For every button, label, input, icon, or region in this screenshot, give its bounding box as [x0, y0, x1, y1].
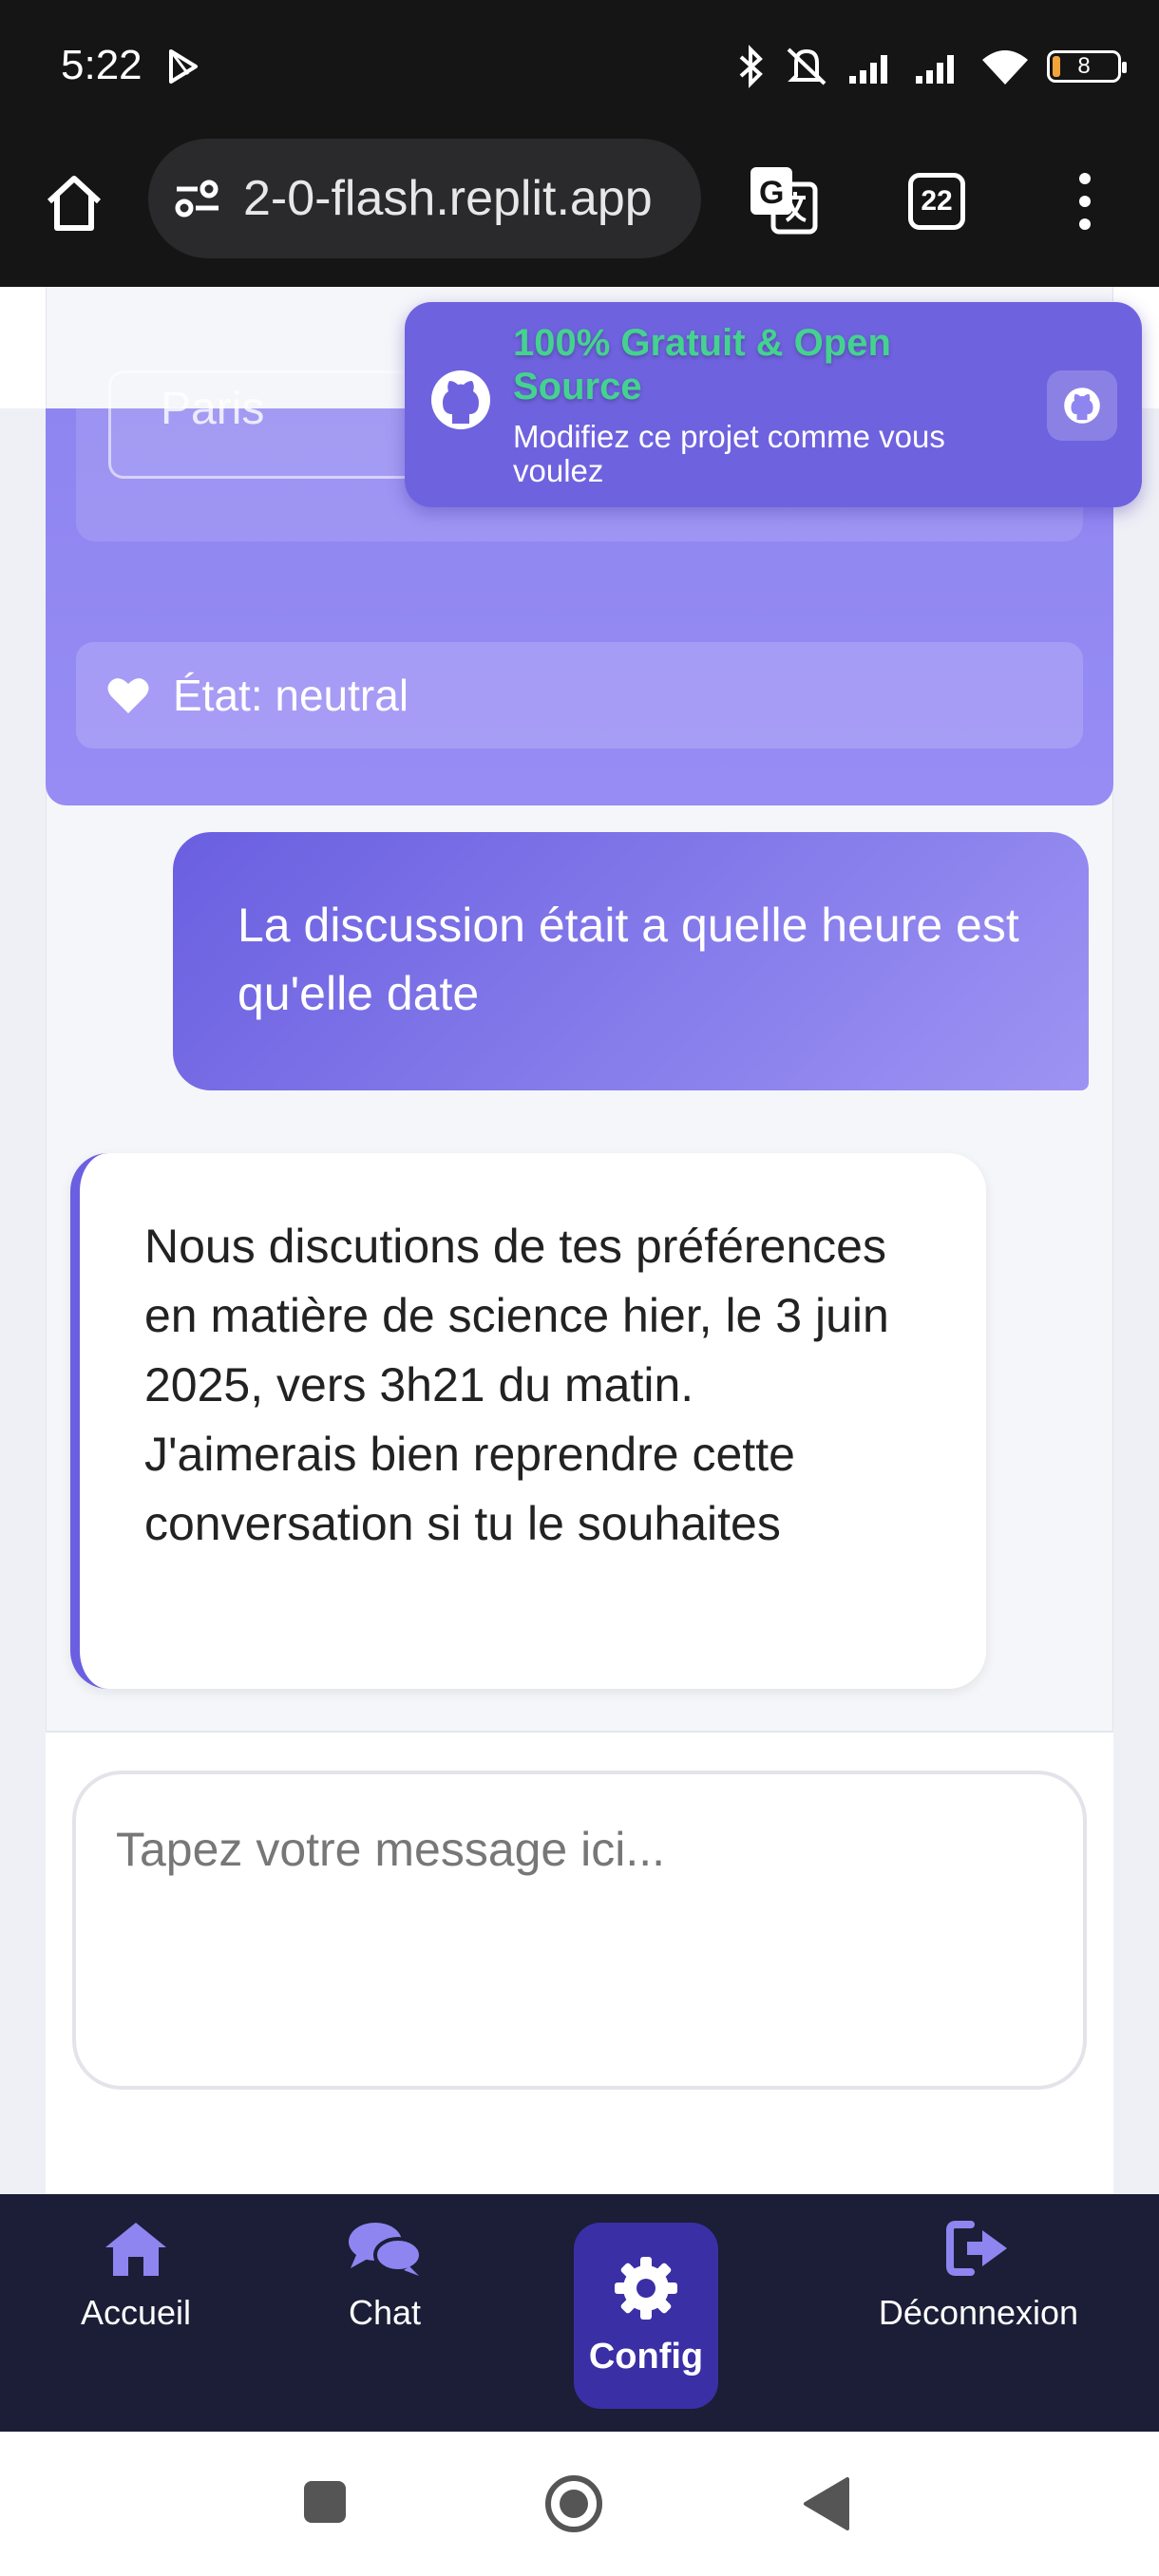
chat-icon	[349, 2223, 423, 2276]
assistant-message: Nous discutions de tes préférences en ma…	[70, 1153, 986, 1689]
system-navigation	[0, 2432, 1159, 2576]
state-label: État: neutral	[173, 671, 409, 720]
nav-logout[interactable]: Déconnexion	[864, 2219, 1092, 2333]
battery-level: 8	[1077, 53, 1091, 79]
status-bar: 5:22 8	[0, 0, 1159, 135]
github-link-button[interactable]	[1047, 370, 1117, 441]
home-icon	[105, 2223, 166, 2276]
recent-apps-button[interactable]	[302, 2479, 348, 2525]
banner-subtitle: Modifiez ce projet comme vous voulez	[513, 419, 945, 488]
emotional-state: État: neutral	[76, 642, 1083, 748]
gear-icon	[615, 2256, 677, 2320]
nav-chat-label: Chat	[348, 2293, 422, 2332]
status-icons: 8	[737, 38, 1127, 95]
nav-config-label: Config	[588, 2336, 704, 2377]
url-bar[interactable]: 2-0-flash.replit.app	[148, 139, 701, 258]
browser-toolbar: 2-0-flash.replit.app G 22	[0, 135, 1159, 287]
wifi-icon	[982, 50, 1028, 85]
battery-icon: 8	[1047, 50, 1127, 83]
banner-title: 100% Gratuit & Open Source	[513, 322, 891, 407]
status-time: 5:22	[61, 42, 142, 88]
message-input[interactable]	[72, 1771, 1087, 2090]
github-icon	[1064, 388, 1100, 424]
composer	[46, 1731, 1113, 2194]
play-store-icon	[169, 49, 198, 84]
github-icon	[431, 370, 490, 429]
bluetooth-icon	[739, 45, 763, 88]
open-source-banner[interactable]: 100% Gratuit & Open Source Modifiez ce p…	[405, 302, 1142, 507]
translate-icon[interactable]: G	[747, 163, 819, 236]
nav-config[interactable]: Config	[574, 2223, 718, 2409]
more-options-icon[interactable]	[1068, 171, 1102, 232]
home-circle-button[interactable]	[543, 2473, 604, 2534]
logout-icon	[946, 2221, 1007, 2276]
url-text: 2-0-flash.replit.app	[243, 171, 653, 226]
signal-icon-2	[916, 55, 954, 84]
site-settings-icon[interactable]	[173, 178, 222, 219]
bottom-navigation: Accueil Chat Config Déconnexion	[0, 2194, 1159, 2432]
svg-text:G: G	[759, 175, 784, 211]
home-icon[interactable]	[40, 169, 108, 237]
web-page: Paris État: neutral 100% Gratuit & Open …	[0, 287, 1159, 2194]
nav-home-label: Accueil	[80, 2293, 192, 2332]
nav-logout-label: Déconnexion	[878, 2293, 1079, 2332]
heart-icon	[107, 678, 149, 713]
signal-icon-1	[849, 55, 887, 84]
user-message: La discussion était a quelle heure est q…	[173, 832, 1089, 1090]
nav-chat[interactable]: Chat	[332, 2219, 437, 2333]
tab-switcher-button[interactable]: 22	[908, 173, 965, 230]
nav-home[interactable]: Accueil	[74, 2219, 198, 2333]
back-button[interactable]	[800, 2475, 851, 2532]
mute-icon	[787, 47, 826, 85]
